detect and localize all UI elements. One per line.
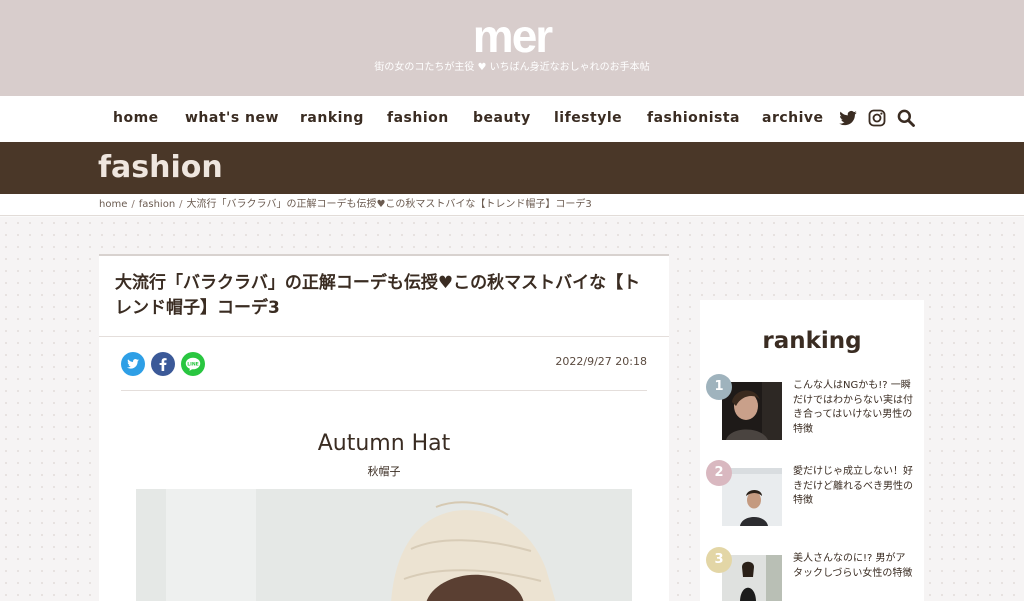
ranking-item[interactable]: 3 美人さんなのに!? 男がアタックしづらい女性の特徴 [706,547,918,601]
nav-ranking[interactable]: ranking [300,108,364,128]
twitter-share-button[interactable] [121,352,145,376]
nav-home[interactable]: home [113,108,159,128]
ranking-text: 美人さんなのに!? 男がアタックしづらい女性の特徴 [793,553,913,579]
divider [121,390,647,391]
ranking-item[interactable]: 2 愛だけじゃ成立しない！好きだけど離れるべき男性の特徴 [706,460,918,526]
rank-badge: 1 [706,374,732,400]
ranking-item[interactable]: 1 こんな人はNGかも!? 一瞬だけではわからない実は付き合ってはいけない男性の… [706,374,918,440]
article-date: 2022/9/27 20:18 [555,355,647,368]
instagram-icon[interactable] [867,108,887,128]
rank-badge: 3 [706,547,732,573]
ranking-title: ranking [762,328,862,354]
search-icon[interactable] [896,108,916,128]
rank-badge: 2 [706,460,732,486]
divider [99,336,669,337]
line-label: LINE [187,361,199,367]
article-title: 大流行「バラクラバ」の正解コーデも伝授♥この秋マストバイな【トレンド帽子】コーデ… [115,273,641,318]
nav-fashion[interactable]: fashion [387,108,449,128]
site-logo[interactable]: mer [0,8,1024,64]
ranking-text: 愛だけじゃ成立しない！好きだけど離れるべき男性の特徴 [793,466,913,506]
nav-lifestyle[interactable]: lifestyle [554,108,622,128]
nav-fashionista[interactable]: fashionista [647,108,740,128]
breadcrumb: home / fashion / 大流行「バラクラバ」の正解コーデも伝授♥この秋マストバ… [0,194,1024,216]
facebook-share-button[interactable] [151,352,175,376]
breadcrumb-home[interactable]: home [99,199,127,210]
breadcrumb-separator: / [179,199,183,210]
category-bar: fashion [0,142,1024,194]
tagline-left: 街の女のコたちが主役 [374,62,475,73]
article-photo [136,489,632,601]
twitter-icon[interactable] [838,108,858,128]
site-tagline: 街の女のコたちが主役 ♥ いちばん身近なおしゃれのお手本帖 [0,61,1024,75]
section-title: Autumn Hat [317,431,451,456]
breadcrumb-current: 大流行「バラクラバ」の正解コーデも伝授♥この秋マストバイな【トレンド帽子】コーデ… [186,199,592,210]
nav-beauty[interactable]: beauty [473,108,531,128]
line-share-button[interactable]: LINE [181,352,205,376]
ranking-text: こんな人はNGかも!? 一瞬だけではわからない実は付き合ってはいけない男性の特徴 [793,380,913,435]
nav-whats-new[interactable]: what's new [185,108,279,128]
ranking-sidebar: ranking 1 こんな人はNGかも!? 一瞬だけではわからない実は付き合って… [700,300,924,601]
article-card: 大流行「バラクラバ」の正解コーデも伝授♥この秋マストバイな【トレンド帽子】コーデ… [99,254,669,601]
heart-icon: ♥ [477,62,487,73]
site-header: mer 街の女のコたちが主役 ♥ いちばん身近なおしゃれのお手本帖 [0,0,1024,96]
breadcrumb-fashion[interactable]: fashion [139,199,175,210]
breadcrumb-separator: / [131,199,135,210]
section-subtitle: 秋帽子 [367,465,401,478]
nav-archive[interactable]: archive [762,108,824,128]
category-title: fashion [98,150,223,185]
tagline-right: いちばん身近なおしゃれのお手本帖 [489,62,650,73]
